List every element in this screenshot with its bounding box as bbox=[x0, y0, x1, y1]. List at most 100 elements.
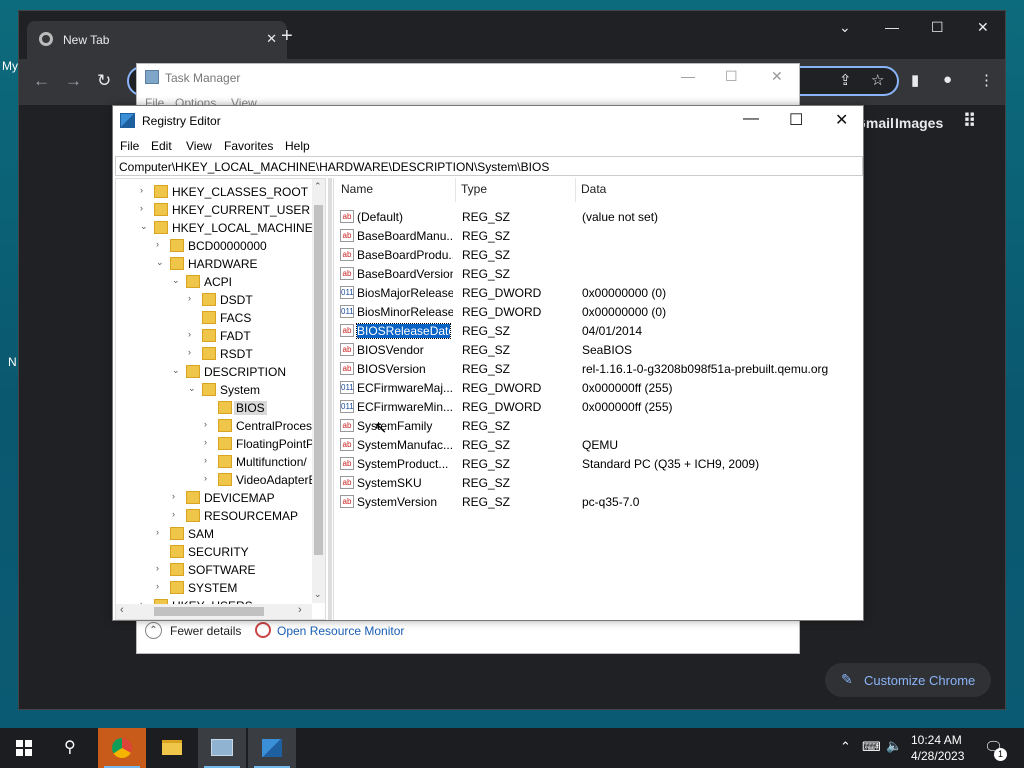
expand-arrow-icon[interactable]: › bbox=[140, 185, 150, 195]
expand-arrow-icon[interactable]: › bbox=[204, 437, 214, 447]
tab-search-icon[interactable]: ⌄ bbox=[839, 19, 851, 36]
expand-arrow-icon[interactable]: ⌄ bbox=[172, 365, 182, 376]
expand-arrow-icon[interactable]: › bbox=[204, 473, 214, 483]
chrome-menu-icon[interactable]: ⋮ bbox=[979, 71, 994, 89]
maximize-icon[interactable]: ☐ bbox=[931, 19, 944, 36]
expand-arrow-icon[interactable]: › bbox=[172, 491, 182, 501]
scroll-right-icon[interactable]: › bbox=[298, 604, 302, 616]
forward-icon[interactable]: → bbox=[65, 71, 82, 91]
expand-arrow-icon[interactable]: ⌄ bbox=[172, 275, 182, 286]
table-row[interactable]: ab SystemVersion REG_SZ pc-q35-7.0 bbox=[334, 492, 864, 511]
scroll-left-icon[interactable]: ‹ bbox=[120, 604, 124, 616]
taskbar-task-manager[interactable] bbox=[198, 728, 246, 768]
close-icon[interactable]: ✕ bbox=[977, 19, 989, 36]
customize-chrome-button[interactable]: ✎ Customize Chrome bbox=[825, 663, 991, 697]
expand-arrow-icon[interactable]: ⌄ bbox=[188, 383, 198, 394]
maximize-icon[interactable]: ☐ bbox=[789, 110, 803, 130]
expand-arrow-icon[interactable]: › bbox=[204, 455, 214, 465]
pane-splitter[interactable] bbox=[328, 178, 332, 620]
expand-arrow-icon[interactable]: ⌄ bbox=[140, 221, 150, 232]
clock-time[interactable]: 10:24 AM bbox=[911, 733, 962, 747]
menu-view[interactable]: View bbox=[186, 139, 212, 153]
share-icon[interactable]: ⇪ bbox=[839, 71, 852, 89]
expand-arrow-icon[interactable]: › bbox=[156, 581, 166, 591]
table-row[interactable]: ab SystemProduct... REG_SZ Standard PC (Q35… bbox=[334, 454, 864, 473]
column-header-type[interactable]: Type bbox=[461, 182, 487, 196]
new-tab-button[interactable]: + bbox=[281, 25, 293, 48]
expand-arrow-icon[interactable]: › bbox=[204, 419, 214, 429]
scroll-up-icon[interactable]: ⌃ bbox=[314, 181, 322, 192]
expand-arrow-icon[interactable]: › bbox=[188, 347, 198, 357]
search-button[interactable]: ⚲ bbox=[48, 728, 96, 768]
menu-favorites[interactable]: Favorites bbox=[224, 139, 273, 153]
scroll-down-icon[interactable]: ⌄ bbox=[314, 589, 322, 600]
column-header-name[interactable]: Name bbox=[341, 182, 373, 196]
apps-grid-icon[interactable]: ⠿ bbox=[963, 111, 976, 132]
taskbar-file-explorer[interactable] bbox=[148, 728, 196, 768]
expand-arrow-icon[interactable]: › bbox=[188, 329, 198, 339]
show-hidden-icons-icon[interactable]: ⌃ bbox=[840, 739, 851, 755]
network-icon[interactable]: ⌨ bbox=[862, 739, 881, 755]
table-row[interactable]: ab BIOSVersion REG_SZ rel-1.16.1-0-g3208b09… bbox=[334, 359, 864, 378]
scrollbar-thumb[interactable] bbox=[154, 607, 264, 616]
expand-arrow-icon[interactable]: ⌄ bbox=[156, 257, 166, 268]
chevron-up-icon[interactable]: ⌃ bbox=[145, 622, 162, 639]
start-button[interactable] bbox=[0, 728, 48, 768]
menu-edit[interactable]: Edit bbox=[151, 139, 172, 153]
table-row[interactable]: ab BIOSReleaseDate REG_SZ 04/01/2014 bbox=[334, 321, 864, 340]
scrollbar-thumb[interactable] bbox=[314, 205, 323, 555]
close-icon[interactable]: ✕ bbox=[835, 110, 848, 130]
close-tab-icon[interactable]: ✕ bbox=[266, 31, 277, 47]
value-data: QEMU bbox=[582, 438, 618, 452]
minimize-icon[interactable]: — bbox=[681, 68, 695, 84]
tree-vertical-scrollbar[interactable]: ⌃ ⌄ bbox=[312, 179, 325, 603]
address-bar[interactable]: Computer\HKEY_LOCAL_MACHINE\HARDWARE\DES… bbox=[115, 156, 863, 176]
table-row[interactable]: 011 BiosMajorRelease REG_DWORD 0x00000000 (… bbox=[334, 283, 864, 302]
expand-arrow-icon[interactable]: › bbox=[172, 509, 182, 519]
tab-new-tab[interactable]: New Tab ✕ bbox=[27, 21, 287, 59]
expand-arrow-icon[interactable]: › bbox=[140, 203, 150, 213]
close-icon[interactable]: ✕ bbox=[771, 68, 783, 85]
maximize-icon[interactable]: ☐ bbox=[725, 68, 738, 85]
expand-arrow-icon[interactable]: › bbox=[156, 239, 166, 249]
table-row[interactable]: ab SystemSKU REG_SZ bbox=[334, 473, 864, 492]
menu-help[interactable]: Help bbox=[285, 139, 310, 153]
side-panel-icon[interactable]: ▮ bbox=[911, 71, 919, 89]
table-row[interactable]: ab SystemManufac... REG_SZ QEMU bbox=[334, 435, 864, 454]
expand-arrow-icon[interactable]: › bbox=[156, 563, 166, 573]
menu-file[interactable]: File bbox=[120, 139, 139, 153]
value-type: REG_SZ bbox=[462, 476, 511, 490]
folder-icon bbox=[218, 455, 232, 468]
string-value-icon: ab bbox=[340, 324, 354, 337]
taskbar-chrome[interactable] bbox=[98, 728, 146, 768]
expand-arrow-icon[interactable]: › bbox=[188, 293, 198, 303]
volume-icon[interactable]: 🔈 bbox=[886, 738, 902, 754]
column-divider[interactable] bbox=[455, 178, 456, 202]
table-row[interactable]: ab BaseBoardManu... REG_SZ bbox=[334, 226, 864, 245]
table-row[interactable]: 011 BiosMinorRelease REG_DWORD 0x00000000 (… bbox=[334, 302, 864, 321]
clock-date[interactable]: 4/28/2023 bbox=[911, 749, 964, 763]
column-header-data[interactable]: Data bbox=[581, 182, 606, 196]
minimize-icon[interactable]: — bbox=[743, 110, 759, 128]
open-resource-monitor-link[interactable]: Open Resource Monitor bbox=[277, 624, 404, 638]
profile-icon[interactable]: ● bbox=[943, 71, 952, 88]
expand-arrow-icon[interactable]: › bbox=[156, 527, 166, 537]
table-row[interactable]: ab SystemFamily REG_SZ bbox=[334, 416, 864, 435]
folder-icon bbox=[170, 239, 184, 252]
folder-icon bbox=[186, 509, 200, 522]
reload-icon[interactable]: ↻ bbox=[97, 71, 111, 91]
fewer-details-link[interactable]: Fewer details bbox=[170, 624, 241, 638]
tree-horizontal-scrollbar[interactable]: ‹ › bbox=[116, 604, 312, 619]
table-row[interactable]: ab BIOSVendor REG_SZ SeaBIOS bbox=[334, 340, 864, 359]
table-row[interactable]: ab BaseBoardProdu... REG_SZ bbox=[334, 245, 864, 264]
table-row[interactable]: 011 ECFirmwareMin... REG_DWORD 0x000000ff (… bbox=[334, 397, 864, 416]
bookmark-star-icon[interactable]: ☆ bbox=[871, 71, 884, 89]
table-row[interactable]: ab BaseBoardVersion REG_SZ bbox=[334, 264, 864, 283]
back-icon[interactable]: ← bbox=[33, 71, 50, 91]
minimize-icon[interactable]: — bbox=[885, 19, 899, 35]
taskbar-registry-editor[interactable] bbox=[248, 728, 296, 768]
table-row[interactable]: 011 ECFirmwareMaj... REG_DWORD 0x000000ff (… bbox=[334, 378, 864, 397]
images-link[interactable]: Images bbox=[895, 115, 943, 131]
table-row[interactable]: ab (Default) REG_SZ (value not set) bbox=[334, 207, 864, 226]
column-divider[interactable] bbox=[575, 178, 576, 202]
